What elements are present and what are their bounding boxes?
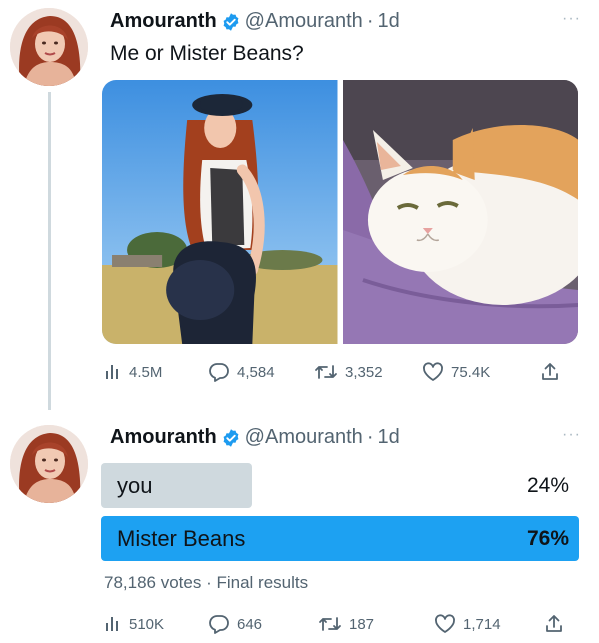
avatar[interactable] (10, 8, 88, 86)
like-count: 1,714 (463, 615, 501, 633)
display-name[interactable]: Amouranth (110, 426, 217, 449)
handle[interactable]: @Amouranth (245, 10, 363, 33)
views-action[interactable]: 4.5M (104, 363, 208, 381)
poll-option: you 24% (101, 463, 579, 508)
display-name[interactable]: Amouranth (110, 10, 217, 33)
photo-woman[interactable] (102, 80, 338, 344)
views-icon (104, 363, 122, 381)
handle[interactable]: @Amouranth (245, 426, 363, 449)
retweet-action[interactable]: 187 (318, 614, 434, 634)
separator-dot: · (366, 10, 374, 32)
poll-footer: 78,186 votes · Final results (104, 573, 308, 593)
like-action[interactable]: 1,714 (434, 614, 544, 634)
reply-count: 4,584 (237, 363, 275, 381)
tweet-1-actions: 4.5M 4,584 3,352 75.4K (104, 362, 580, 382)
poll-status: Final results (216, 573, 309, 592)
share-icon (544, 614, 564, 634)
views-count: 510K (129, 615, 165, 633)
like-action[interactable]: 75.4K (422, 362, 540, 382)
reply-count: 646 (237, 615, 263, 633)
reply-action[interactable]: 4,584 (208, 362, 314, 382)
tweet-2-actions: 510K 646 187 1,714 (104, 614, 580, 634)
more-icon[interactable]: ··· (562, 10, 581, 28)
verified-badge-icon (221, 12, 241, 32)
separator-dot: · (206, 573, 217, 592)
views-count: 4.5M (129, 363, 163, 381)
timestamp[interactable]: 1d (377, 426, 399, 449)
poll-option-percent: 76% (526, 526, 569, 550)
views-icon (104, 615, 122, 633)
poll-option: Mister Beans 76% (101, 516, 579, 561)
retweet-action[interactable]: 3,352 (314, 362, 422, 382)
poll-option-percent: 24% (526, 473, 569, 497)
tweet-header: Amouranth @Amouranth · 1d (110, 426, 400, 449)
separator-dot: · (366, 426, 374, 448)
like-icon (434, 614, 456, 634)
retweet-icon (318, 614, 342, 634)
poll-votes[interactable]: 78,186 votes (104, 573, 201, 592)
reply-icon (208, 362, 230, 382)
timestamp[interactable]: 1d (377, 10, 399, 33)
retweet-count: 187 (349, 615, 375, 633)
verified-badge-icon (221, 428, 241, 448)
avatar[interactable] (10, 425, 88, 503)
like-icon (422, 362, 444, 382)
poll-option-label: Mister Beans (117, 525, 246, 551)
share-icon (540, 362, 560, 382)
retweet-icon (314, 362, 338, 382)
more-icon[interactable]: ··· (562, 426, 581, 444)
tweet-header: Amouranth @Amouranth · 1d (110, 10, 400, 33)
share-action[interactable] (540, 362, 560, 382)
like-count: 75.4K (451, 363, 491, 381)
poll: you 24% Mister Beans 76% (101, 463, 579, 569)
media-grid (102, 80, 578, 344)
reply-icon (208, 614, 230, 634)
reply-action[interactable]: 646 (208, 614, 318, 634)
views-action[interactable]: 510K (104, 615, 208, 633)
retweet-count: 3,352 (345, 363, 383, 381)
tweet-text: Me or Mister Beans? (110, 42, 304, 65)
poll-option-label: you (117, 472, 153, 498)
thread-line (48, 92, 51, 410)
photo-cat[interactable] (342, 80, 578, 344)
share-action[interactable] (544, 614, 564, 634)
